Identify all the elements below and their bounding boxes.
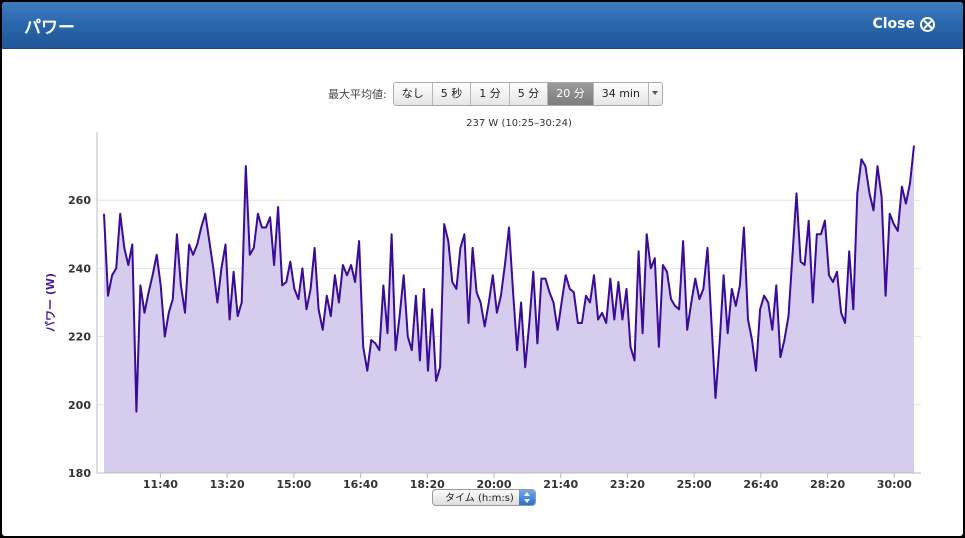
power-dialog: パワー Close 最大平均値: なし 5 秒 1 分 5 分 20 分 34 … bbox=[2, 2, 963, 536]
x-tick-label: 21:40 bbox=[543, 478, 578, 491]
x-tick-label: 13:20 bbox=[210, 478, 245, 491]
y-tick-label: 180 bbox=[68, 467, 91, 480]
y-tick-label: 200 bbox=[68, 399, 91, 412]
x-tick-label: 25:00 bbox=[677, 478, 712, 491]
x-axis-selector-label: タイム (h:m:s) bbox=[445, 493, 514, 504]
select-arrows-icon bbox=[519, 490, 535, 505]
y-tick-label: 220 bbox=[68, 331, 91, 344]
y-tick-label: 240 bbox=[68, 262, 91, 275]
x-tick-label: 26:40 bbox=[743, 478, 778, 491]
x-tick-label: 11:40 bbox=[143, 478, 178, 491]
x-axis-selector[interactable]: タイム (h:m:s) bbox=[432, 489, 536, 506]
x-tick-label: 16:40 bbox=[343, 478, 378, 491]
x-tick-label: 28:20 bbox=[810, 478, 845, 491]
series-area bbox=[104, 145, 914, 473]
y-tick-label: 260 bbox=[68, 194, 91, 207]
x-tick-label: 23:20 bbox=[610, 478, 645, 491]
power-chart: 18020022024026011:40 13:20 15:00 16:40 18:20… bbox=[44, 132, 921, 491]
x-tick-label: 30:00 bbox=[877, 478, 912, 491]
y-axis-label: パワー (W) bbox=[44, 273, 57, 332]
x-tick-label: 15:00 bbox=[276, 478, 311, 491]
